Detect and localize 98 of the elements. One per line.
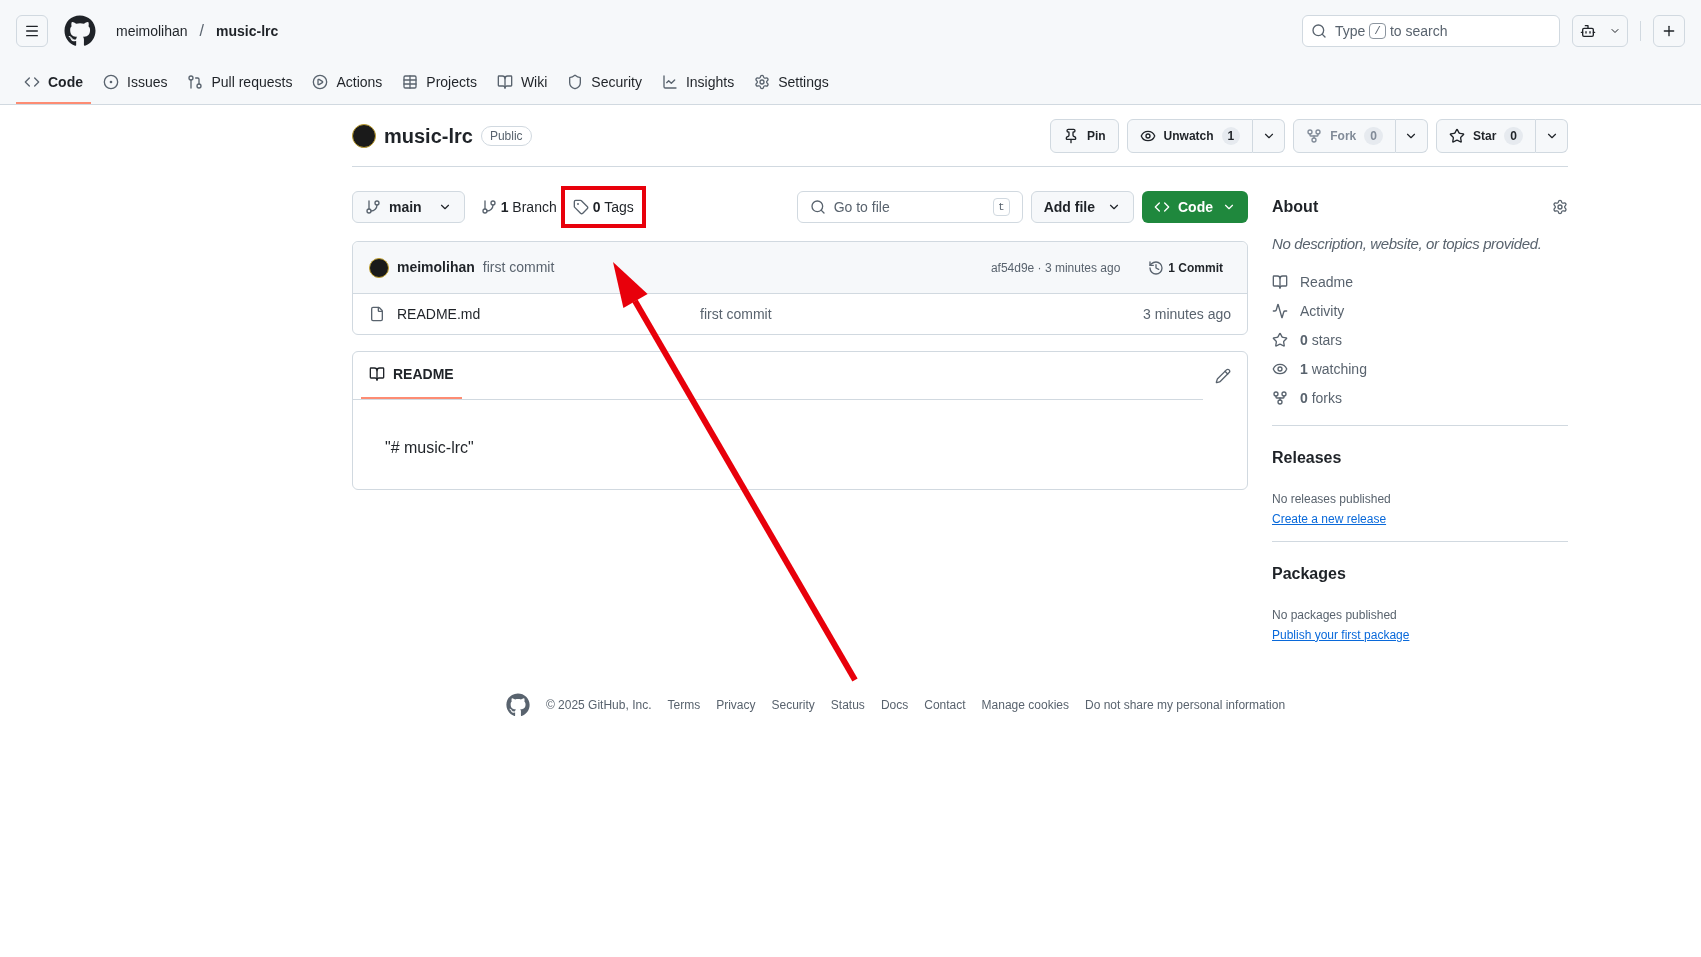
go-to-file-field[interactable]: Go to file t (796, 191, 1023, 223)
branch-icon (480, 199, 497, 215)
code-button[interactable]: Code (1142, 191, 1248, 223)
readme-content: "# music-lrc" (384, 438, 475, 458)
counter-badge: 1 (1221, 126, 1241, 145)
file-time: 3 minutes ago (1143, 304, 1231, 324)
about-link[interactable]: 1 watching (1272, 354, 1568, 384)
section-title: Packages (1272, 563, 1347, 584)
shield-icon (567, 74, 584, 90)
footer-link[interactable]: Do not share my personal information (1084, 695, 1286, 714)
section-title: Releases (1272, 447, 1343, 468)
about-link[interactable]: 0 stars (1272, 325, 1568, 355)
owner-link[interactable]: meimolihan (116, 20, 188, 42)
shortcut-key: / (1369, 23, 1386, 39)
commit-hash-time: af54d9e · 3 minutes ago (990, 259, 1121, 277)
fork-icon (1272, 390, 1288, 406)
play-icon (312, 74, 329, 90)
tag-icon (572, 199, 589, 215)
readme-tab[interactable]: README (361, 351, 462, 399)
footer-link[interactable]: Privacy (716, 695, 756, 714)
shortcut-key: t (993, 197, 1010, 217)
search-suffix: to search (1389, 21, 1448, 41)
nav-tab[interactable]: Insights (653, 62, 743, 104)
section-link[interactable]: Publish your first package (1272, 627, 1410, 642)
repo-action-button[interactable]: Unwatch 1 (1126, 118, 1254, 153)
footer-link[interactable]: Status (830, 695, 865, 714)
repo-title: music-lrc (384, 123, 473, 149)
commit-message: first commit (482, 258, 555, 277)
section-link[interactable]: Create a new release (1272, 511, 1387, 526)
breadcrumb-separator: / (198, 21, 206, 41)
history-icon (1148, 259, 1165, 276)
tags-link[interactable]: 0 Tags (560, 186, 646, 228)
table-icon (402, 74, 419, 90)
commits-link[interactable]: 1 Commit (1140, 258, 1231, 277)
footer-link[interactable]: Terms (667, 695, 701, 714)
settings-icon (754, 74, 771, 90)
pencil-icon (1215, 368, 1231, 384)
nav-tab[interactable]: Security (559, 62, 650, 104)
fork-icon (1306, 127, 1323, 144)
nav-tab[interactable]: Projects (394, 62, 485, 104)
search-prefix: Type (1335, 21, 1366, 41)
field-placeholder: Go to file (833, 197, 891, 217)
avatar-icon (352, 123, 376, 148)
nav-tab[interactable]: Code (16, 62, 91, 104)
code-icon (24, 74, 40, 90)
star-icon (1272, 332, 1288, 348)
plus-icon (1661, 23, 1677, 39)
file-commit-message: first commit (700, 304, 773, 324)
search-icon (1311, 23, 1327, 39)
create-button[interactable] (1653, 15, 1685, 47)
repo-action-button[interactable]: Star 0 (1435, 118, 1536, 153)
nav-tab[interactable]: Actions (304, 62, 391, 104)
logo-icon[interactable] (64, 15, 96, 47)
menu-icon (24, 23, 40, 39)
copyright-text: © 2025 GitHub, Inc. (545, 696, 652, 714)
repo-link[interactable]: music-lrc (216, 20, 279, 42)
about-link[interactable]: 0 forks (1272, 383, 1568, 413)
repo-action-button[interactable]: Pin (1049, 118, 1119, 153)
section-note: No releases published (1272, 490, 1392, 508)
footer-link[interactable]: Contact (924, 695, 966, 714)
circle-dot-icon (103, 74, 119, 90)
star-icon (1448, 127, 1465, 144)
code-icon (1154, 199, 1170, 215)
nav-tab[interactable]: Settings (746, 62, 837, 104)
nav-tab[interactable]: Issues (95, 62, 176, 104)
book-icon (369, 366, 385, 382)
counter-badge: 0 (1504, 126, 1523, 145)
nav-tab[interactable]: Pull requests (179, 62, 301, 104)
search-icon (809, 199, 826, 215)
eye-icon (1272, 361, 1288, 377)
about-link[interactable]: Activity (1272, 296, 1568, 326)
branch-icon (365, 199, 381, 215)
counter-badge: 0 (1364, 126, 1383, 145)
menu-button[interactable] (16, 15, 48, 47)
pull-request-icon (187, 74, 204, 90)
about-description: No description, website, or topics provided. (1272, 234, 1543, 254)
chart-icon (661, 74, 678, 90)
commit-author[interactable]: meimolihan (397, 257, 475, 278)
footer-link[interactable]: Manage cookies (981, 695, 1069, 714)
search-field[interactable]: Type / to search (1302, 15, 1560, 47)
add-file-button[interactable]: Add file (1030, 191, 1134, 223)
settings-icon[interactable] (1552, 199, 1568, 215)
copilot-button[interactable] (1572, 15, 1628, 47)
about-link[interactable]: Readme (1272, 267, 1568, 297)
logo-icon[interactable] (505, 692, 530, 717)
footer-link[interactable]: Docs (880, 695, 909, 714)
book-icon (496, 74, 513, 90)
section-title: About (1272, 197, 1319, 217)
section-note: No packages published (1272, 606, 1398, 624)
pulse-icon (1272, 303, 1288, 319)
nav-tab[interactable]: Wiki (488, 62, 556, 104)
robot-icon (1579, 23, 1596, 39)
book-icon (1272, 274, 1288, 290)
branch-button[interactable]: main (352, 191, 465, 223)
footer-link[interactable]: Security (771, 695, 815, 714)
file-name[interactable]: README.md (397, 303, 700, 325)
file-icon (369, 306, 385, 322)
avatar-icon (369, 257, 389, 278)
